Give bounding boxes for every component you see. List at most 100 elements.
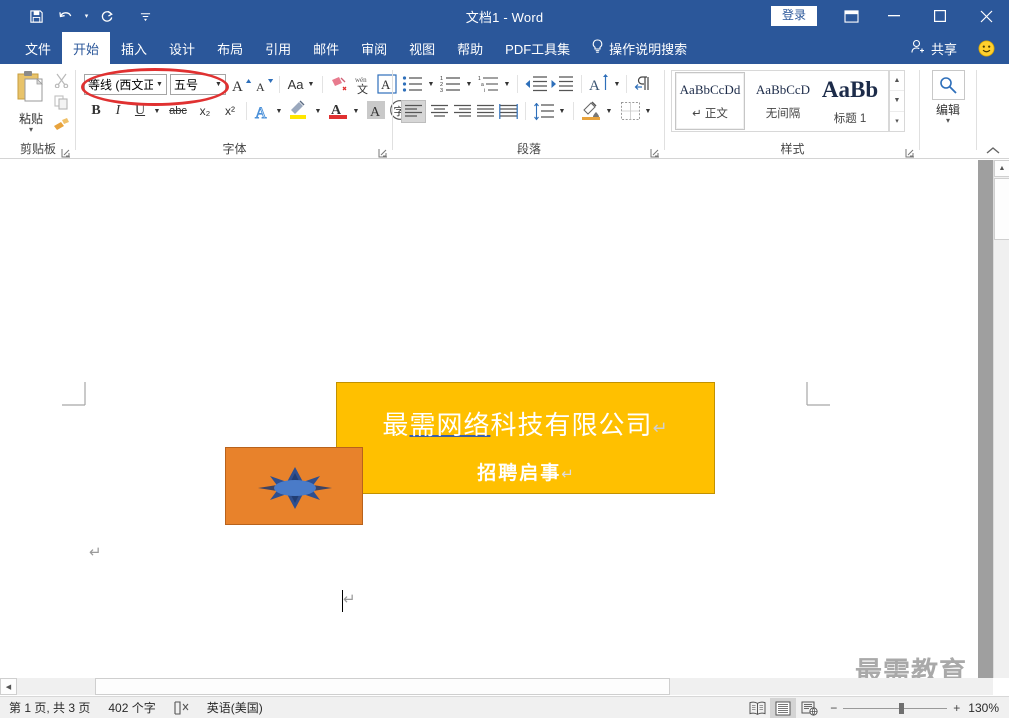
styles-scroll-up-icon[interactable]: ▲ bbox=[890, 71, 904, 92]
horizontal-scrollbar[interactable]: ◀ bbox=[0, 678, 993, 695]
strikethrough-button[interactable]: abc bbox=[165, 100, 191, 122]
font-size-combo[interactable]: 五号 ▼ bbox=[170, 74, 226, 95]
format-painter-icon[interactable] bbox=[50, 113, 72, 135]
distribute-icon[interactable] bbox=[497, 100, 520, 123]
text-highlight-icon[interactable] bbox=[287, 98, 311, 122]
align-center-icon[interactable] bbox=[428, 100, 451, 123]
tab-review[interactable]: 审阅 bbox=[350, 32, 398, 64]
read-mode-icon[interactable] bbox=[744, 698, 770, 718]
editing-dropdown-icon[interactable]: ▾ bbox=[946, 117, 950, 125]
bullets-dropdown-icon[interactable]: ▼ bbox=[425, 73, 437, 95]
clear-formatting-icon[interactable] bbox=[328, 74, 350, 95]
paragraph-dialog-launcher[interactable] bbox=[650, 145, 661, 158]
close-button[interactable] bbox=[963, 0, 1009, 32]
print-layout-icon[interactable] bbox=[770, 698, 797, 718]
scroll-up-icon[interactable]: ▲ bbox=[994, 160, 1009, 177]
editing-button[interactable]: 编辑 ▾ bbox=[930, 70, 966, 125]
tab-insert[interactable]: 插入 bbox=[110, 32, 158, 64]
underline-button[interactable]: U bbox=[130, 100, 150, 122]
save-icon[interactable] bbox=[22, 4, 50, 28]
tab-help[interactable]: 帮助 bbox=[446, 32, 494, 64]
font-color-icon[interactable]: A bbox=[326, 98, 350, 122]
borders-icon[interactable] bbox=[618, 99, 642, 123]
copy-icon[interactable] bbox=[50, 91, 72, 113]
decrease-indent-icon[interactable] bbox=[523, 73, 549, 95]
tab-design[interactable]: 设计 bbox=[158, 32, 206, 64]
align-right-icon[interactable] bbox=[451, 100, 474, 123]
undo-icon[interactable] bbox=[52, 4, 80, 28]
maximize-button[interactable] bbox=[917, 0, 963, 32]
tell-me-search[interactable]: 操作说明搜索 bbox=[581, 32, 687, 64]
paste-dropdown-icon[interactable]: ▾ bbox=[29, 126, 33, 134]
zoom-control[interactable]: − + bbox=[822, 701, 968, 715]
ribbon-display-options-icon[interactable] bbox=[831, 0, 871, 32]
tab-view[interactable]: 视图 bbox=[398, 32, 446, 64]
font-name-combo[interactable]: 等线 (西文正) ▼ bbox=[84, 74, 167, 95]
share-button[interactable]: 共享 bbox=[911, 32, 957, 64]
font-color-dropdown-icon[interactable]: ▼ bbox=[350, 100, 362, 122]
show-formatting-marks-icon[interactable] bbox=[632, 73, 656, 95]
bullets-icon[interactable] bbox=[401, 73, 425, 95]
cut-icon[interactable] bbox=[50, 69, 72, 91]
redo-icon[interactable] bbox=[93, 4, 121, 28]
numbering-icon[interactable]: 123 bbox=[439, 73, 463, 95]
font-size-dropdown-icon[interactable]: ▼ bbox=[212, 81, 225, 88]
horizontal-scroll-thumb[interactable] bbox=[95, 678, 670, 695]
styles-dialog-launcher[interactable] bbox=[905, 145, 916, 158]
zoom-slider-thumb[interactable] bbox=[899, 702, 905, 714]
tab-mailings[interactable]: 邮件 bbox=[302, 32, 350, 64]
zoom-out-button[interactable]: − bbox=[830, 701, 837, 715]
web-layout-icon[interactable] bbox=[796, 698, 822, 718]
subscript-button[interactable]: x₂ bbox=[193, 100, 217, 122]
yellow-textbox[interactable]: 最需网络科技有限公司↵ 招聘启事↵ bbox=[336, 382, 715, 494]
underline-dropdown-icon[interactable]: ▼ bbox=[151, 100, 163, 122]
style-item-normal[interactable]: AaBbCcDd ↵ 正文 bbox=[675, 72, 745, 130]
document-page[interactable]: 最需网络科技有限公司↵ 招聘启事↵ ↵ ↵ bbox=[0, 160, 978, 678]
sign-in-button[interactable]: 登录 bbox=[770, 6, 817, 26]
minimize-button[interactable] bbox=[871, 0, 917, 32]
multilevel-dropdown-icon[interactable]: ▼ bbox=[501, 73, 513, 95]
zoom-in-button[interactable]: + bbox=[953, 701, 960, 715]
change-case-icon[interactable]: Aa ▼ bbox=[284, 74, 318, 95]
grow-font-icon[interactable]: A bbox=[231, 74, 253, 95]
tab-home[interactable]: 开始 bbox=[62, 32, 111, 64]
bold-button[interactable]: B bbox=[86, 100, 106, 122]
line-spacing-icon[interactable] bbox=[532, 100, 556, 123]
highlight-dropdown-icon[interactable]: ▼ bbox=[312, 100, 324, 122]
tab-references[interactable]: 引用 bbox=[254, 32, 302, 64]
shading-icon[interactable] bbox=[579, 99, 603, 123]
style-item-heading1[interactable]: AaBb 标题 1 bbox=[819, 72, 881, 130]
line-spacing-dropdown-icon[interactable]: ▼ bbox=[556, 100, 568, 123]
numbering-dropdown-icon[interactable]: ▼ bbox=[463, 73, 475, 95]
clipboard-dialog-launcher[interactable] bbox=[61, 145, 72, 158]
proofing-errors-icon[interactable] bbox=[165, 700, 198, 715]
increase-indent-icon[interactable] bbox=[549, 73, 575, 95]
zoom-slider[interactable] bbox=[843, 702, 948, 714]
phonetic-guide-icon[interactable]: wén 文 bbox=[351, 72, 375, 96]
scroll-left-icon[interactable]: ◀ bbox=[0, 678, 17, 695]
shrink-font-icon[interactable]: A bbox=[254, 74, 276, 95]
undo-dropdown-icon[interactable]: ▾ bbox=[82, 4, 91, 28]
tab-pdf-tools[interactable]: PDF工具集 bbox=[494, 32, 581, 64]
sort-icon[interactable]: A bbox=[587, 72, 611, 96]
borders-dropdown-icon[interactable]: ▼ bbox=[642, 100, 654, 123]
text-effects-dropdown-icon[interactable]: ▼ bbox=[273, 100, 285, 122]
language-indicator[interactable]: 英语(美国) bbox=[198, 699, 272, 716]
align-left-icon[interactable] bbox=[401, 100, 426, 123]
zoom-level[interactable]: 130% bbox=[968, 701, 1009, 715]
styles-more-icon[interactable]: ▾ bbox=[890, 112, 904, 131]
6-point-star-shape[interactable] bbox=[254, 465, 336, 516]
italic-button[interactable]: I bbox=[108, 100, 128, 122]
orange-textbox[interactable] bbox=[225, 447, 363, 525]
paste-button[interactable]: 粘贴 ▾ bbox=[8, 70, 54, 134]
character-shading-icon[interactable]: A bbox=[364, 98, 388, 122]
font-dialog-launcher[interactable] bbox=[378, 145, 389, 158]
vertical-scrollbar[interactable]: ▲ bbox=[993, 160, 1009, 678]
document-area[interactable]: 最需网络科技有限公司↵ 招聘启事↵ ↵ ↵ bbox=[0, 160, 993, 678]
vertical-scroll-thumb[interactable] bbox=[994, 178, 1009, 240]
shading-dropdown-icon[interactable]: ▼ bbox=[603, 100, 615, 123]
page-indicator[interactable]: 第 1 页, 共 3 页 bbox=[0, 699, 99, 716]
tab-layout[interactable]: 布局 bbox=[206, 32, 254, 64]
font-name-dropdown-icon[interactable]: ▼ bbox=[153, 81, 166, 88]
feedback-smiley-icon[interactable] bbox=[978, 40, 995, 57]
